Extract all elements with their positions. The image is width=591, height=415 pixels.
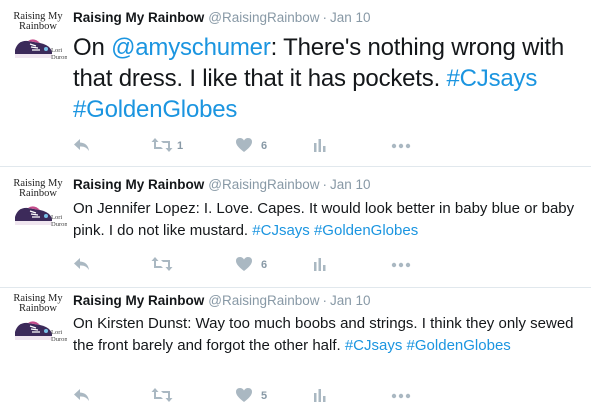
- heart-icon: [236, 257, 252, 271]
- hashtag-link[interactable]: #GoldenGlobes: [407, 337, 511, 354]
- avatar-title: Raising My Rainbow: [13, 294, 63, 314]
- like-count: 6: [261, 140, 268, 152]
- user-handle[interactable]: @RaisingRainbow: [208, 10, 319, 25]
- display-name[interactable]: Raising My Rainbow: [73, 293, 204, 308]
- avatar-author: Lori Duron: [51, 214, 67, 228]
- tweet-text: On Kirsten Dunst: Way too much boobs and…: [73, 313, 578, 357]
- tweet-header: Raising My Rainbow @RaisingRainbow · Jan 10: [73, 177, 371, 193]
- heart-icon: [236, 388, 252, 402]
- tweet-text: On Jennifer Lopez: I. Love. Capes. It wo…: [73, 198, 578, 242]
- tweet-text-part: On: [73, 34, 112, 61]
- analytics-icon: [314, 389, 326, 402]
- tweet-header: Raising My Rainbow @RaisingRainbow · Jan 10: [73, 293, 371, 309]
- tweet-header: Raising My Rainbow @RaisingRainbow · Jan 10: [73, 10, 371, 26]
- display-name[interactable]: Raising My Rainbow: [73, 10, 204, 25]
- retweet-count: 1: [177, 140, 184, 152]
- tweet[interactable]: Raising My Rainbow Lori Duron Raising My…: [0, 288, 591, 415]
- hashtag-link[interactable]: #CJsays: [447, 65, 538, 92]
- avatar-title: Raising My Rainbow: [13, 179, 63, 199]
- hashtag-link[interactable]: #GoldenGlobes: [73, 96, 237, 123]
- display-name[interactable]: Raising My Rainbow: [73, 177, 204, 192]
- retweet-icon: [151, 138, 173, 152]
- tweet[interactable]: Raising My Rainbow Lori Duron Raising My…: [0, 167, 591, 287]
- tweet-actions: 5: [73, 386, 433, 406]
- separator-dot: ·: [322, 293, 328, 308]
- separator-dot: ·: [322, 10, 328, 25]
- separator-dot: ·: [322, 177, 328, 192]
- more-icon: [391, 262, 411, 268]
- like-count: 5: [261, 390, 268, 402]
- retweet-icon: [151, 388, 173, 402]
- user-handle[interactable]: @RaisingRainbow: [208, 177, 319, 192]
- hashtag-link[interactable]: #CJsays: [345, 337, 403, 354]
- more-icon: [391, 393, 411, 399]
- timestamp[interactable]: Jan 10: [330, 10, 371, 25]
- reply-icon: [74, 139, 89, 151]
- tweet-text: On @amyschumer: There's nothing wrong wi…: [73, 32, 578, 125]
- avatar[interactable]: Raising My Rainbow Lori Duron: [9, 179, 67, 229]
- avatar[interactable]: Raising My Rainbow Lori Duron: [9, 294, 67, 344]
- timestamp[interactable]: Jan 10: [330, 177, 371, 192]
- avatar[interactable]: Raising My Rainbow Lori Duron: [9, 12, 67, 62]
- avatar-author: Lori Duron: [51, 329, 67, 343]
- tweet-actions: 6: [73, 255, 433, 275]
- analytics-icon: [314, 139, 326, 152]
- hashtag-link[interactable]: #GoldenGlobes: [314, 222, 418, 239]
- tweet-actions: 1 6: [73, 136, 433, 156]
- mention-link[interactable]: @amyschumer: [111, 34, 271, 61]
- sneaker-icon: [15, 39, 52, 58]
- heart-icon: [236, 138, 252, 152]
- more-icon: [391, 143, 411, 149]
- hashtag-link[interactable]: #CJsays: [252, 222, 310, 239]
- timestamp[interactable]: Jan 10: [330, 293, 371, 308]
- user-handle[interactable]: @RaisingRainbow: [208, 293, 319, 308]
- like-count: 6: [261, 259, 268, 271]
- sneaker-icon: [15, 206, 52, 225]
- retweet-icon: [151, 257, 173, 271]
- avatar-author: Lori Duron: [51, 47, 67, 61]
- analytics-icon: [314, 258, 326, 271]
- reply-icon: [74, 258, 89, 270]
- reply-icon: [74, 389, 89, 401]
- sneaker-icon: [15, 321, 52, 340]
- avatar-title: Raising My Rainbow: [13, 12, 63, 32]
- tweet[interactable]: Raising My Rainbow Lori Duron Raising My…: [0, 0, 591, 166]
